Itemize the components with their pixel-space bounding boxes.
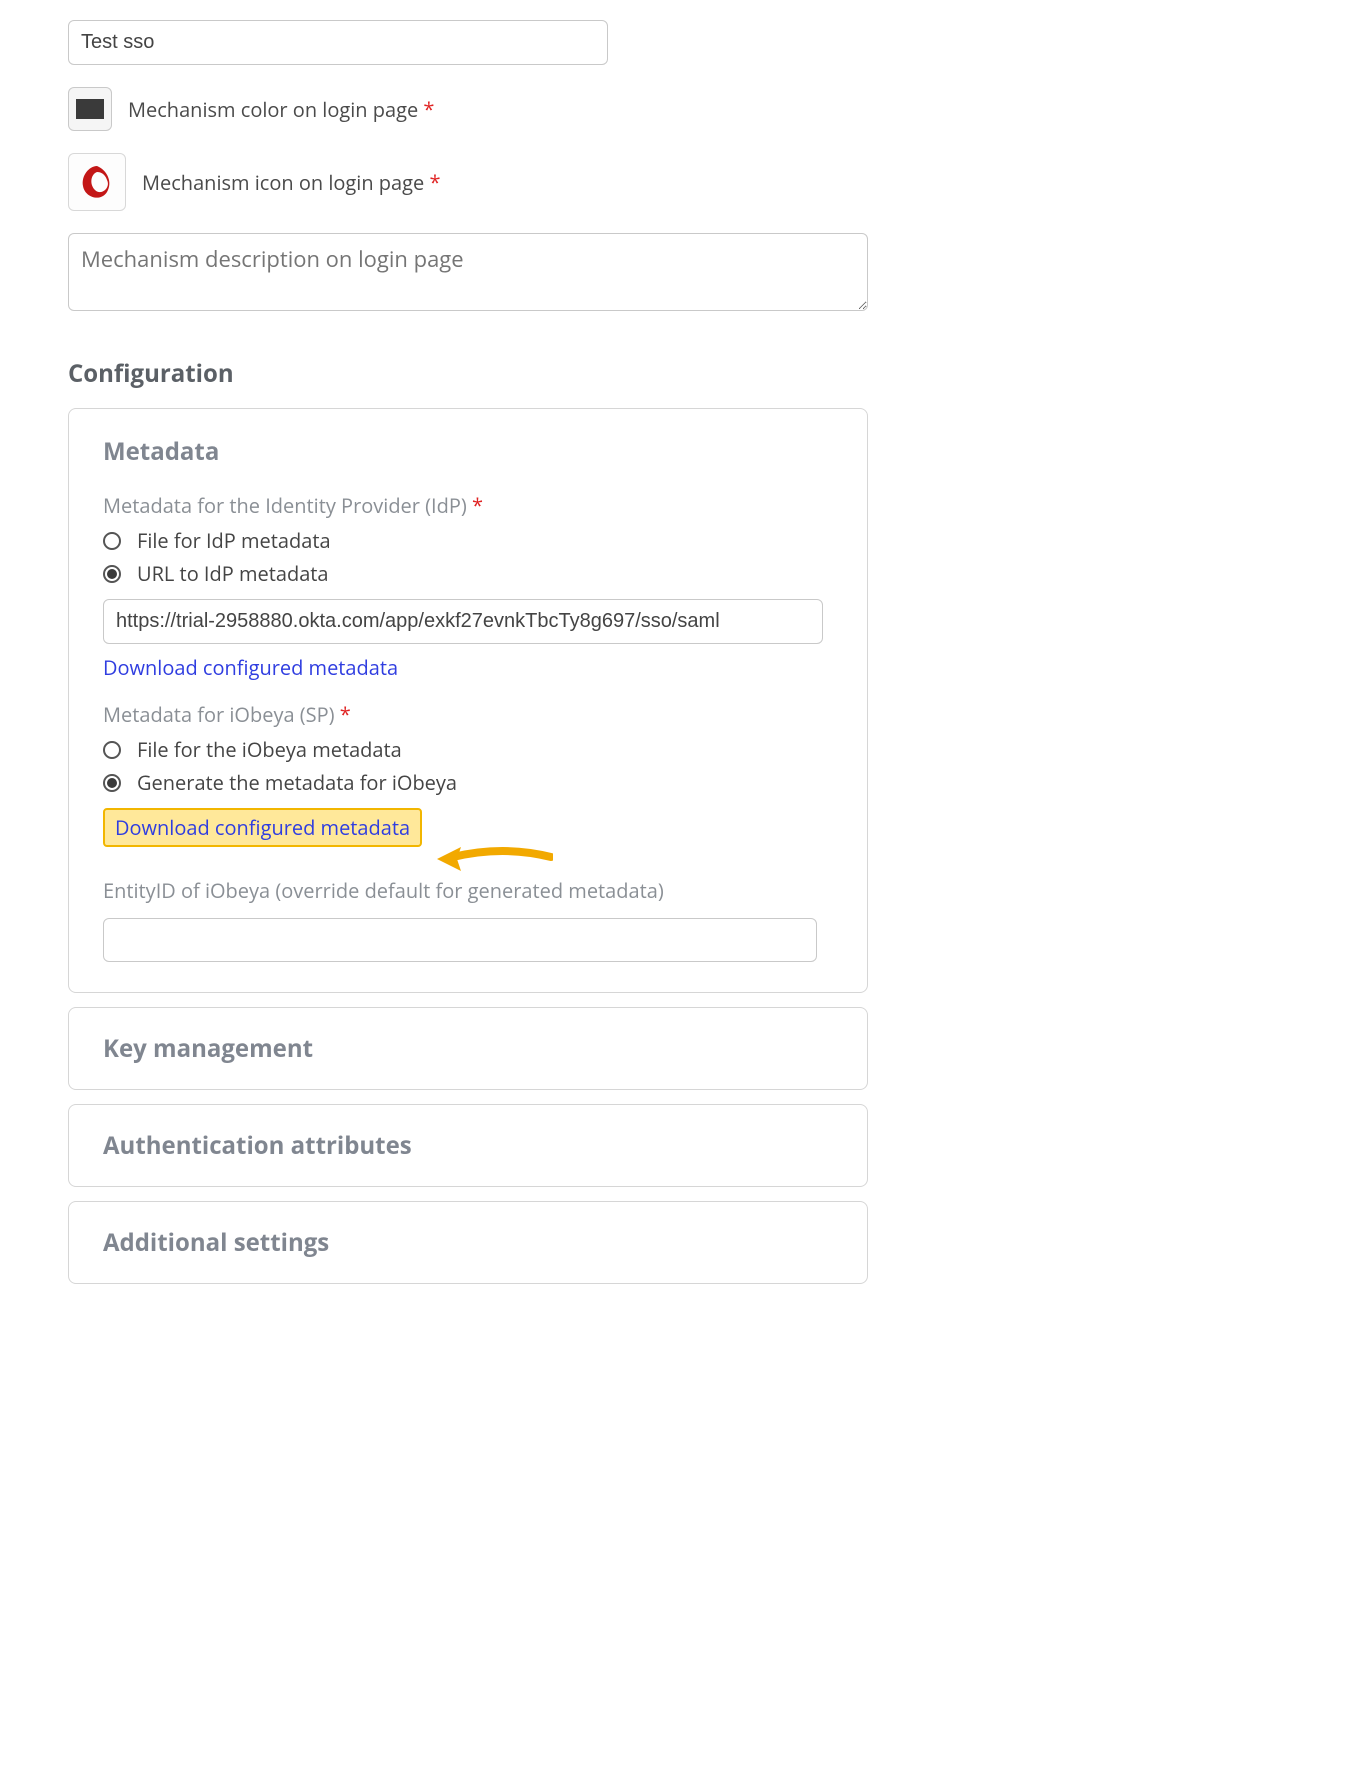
color-swatch-icon: [76, 99, 104, 119]
configuration-heading: Configuration: [68, 357, 1356, 390]
idp-file-radio[interactable]: File for IdP metadata: [103, 527, 833, 554]
sp-file-radio[interactable]: File for the iObeya metadata: [103, 736, 833, 763]
idp-url-radio[interactable]: URL to IdP metadata: [103, 560, 833, 587]
metadata-panel: Metadata Metadata for the Identity Provi…: [68, 408, 868, 993]
idp-file-radio-label: File for IdP metadata: [137, 527, 331, 554]
authentication-attributes-panel[interactable]: Authentication attributes: [68, 1104, 868, 1187]
sp-generate-radio-label: Generate the metadata for iObeya: [137, 769, 457, 796]
idp-url-input[interactable]: [103, 599, 823, 644]
authentication-attributes-title: Authentication attributes: [103, 1129, 833, 1162]
entity-id-input[interactable]: [103, 918, 817, 962]
sp-metadata-label: Metadata for iObeya (SP) *: [103, 701, 833, 728]
radio-icon: [103, 741, 121, 759]
metadata-title: Metadata: [103, 435, 833, 468]
additional-settings-title: Additional settings: [103, 1226, 833, 1259]
key-management-title: Key management: [103, 1032, 833, 1065]
sp-download-metadata-link[interactable]: Download configured metadata: [103, 808, 422, 847]
additional-settings-panel[interactable]: Additional settings: [68, 1201, 868, 1284]
radio-icon: [103, 532, 121, 550]
idp-download-metadata-link[interactable]: Download configured metadata: [103, 654, 398, 681]
entity-id-label: EntityID of iObeya (override default for…: [103, 877, 833, 904]
mechanism-icon-label: Mechanism icon on login page *: [142, 169, 440, 196]
idp-url-radio-label: URL to IdP metadata: [137, 560, 329, 587]
mechanism-color-swatch[interactable]: [68, 87, 112, 131]
idp-metadata-label: Metadata for the Identity Provider (IdP)…: [103, 492, 833, 519]
mechanism-color-label: Mechanism color on login page *: [128, 96, 434, 123]
radio-icon: [103, 565, 121, 583]
mechanism-name-input[interactable]: [68, 20, 608, 65]
mechanism-icon: [77, 162, 117, 202]
key-management-panel[interactable]: Key management: [68, 1007, 868, 1090]
callout-arrow-icon: [433, 843, 553, 877]
mechanism-icon-button[interactable]: [68, 153, 126, 211]
sp-generate-radio[interactable]: Generate the metadata for iObeya: [103, 769, 833, 796]
mechanism-description-input[interactable]: [68, 233, 868, 311]
radio-icon: [103, 774, 121, 792]
sp-file-radio-label: File for the iObeya metadata: [137, 736, 402, 763]
